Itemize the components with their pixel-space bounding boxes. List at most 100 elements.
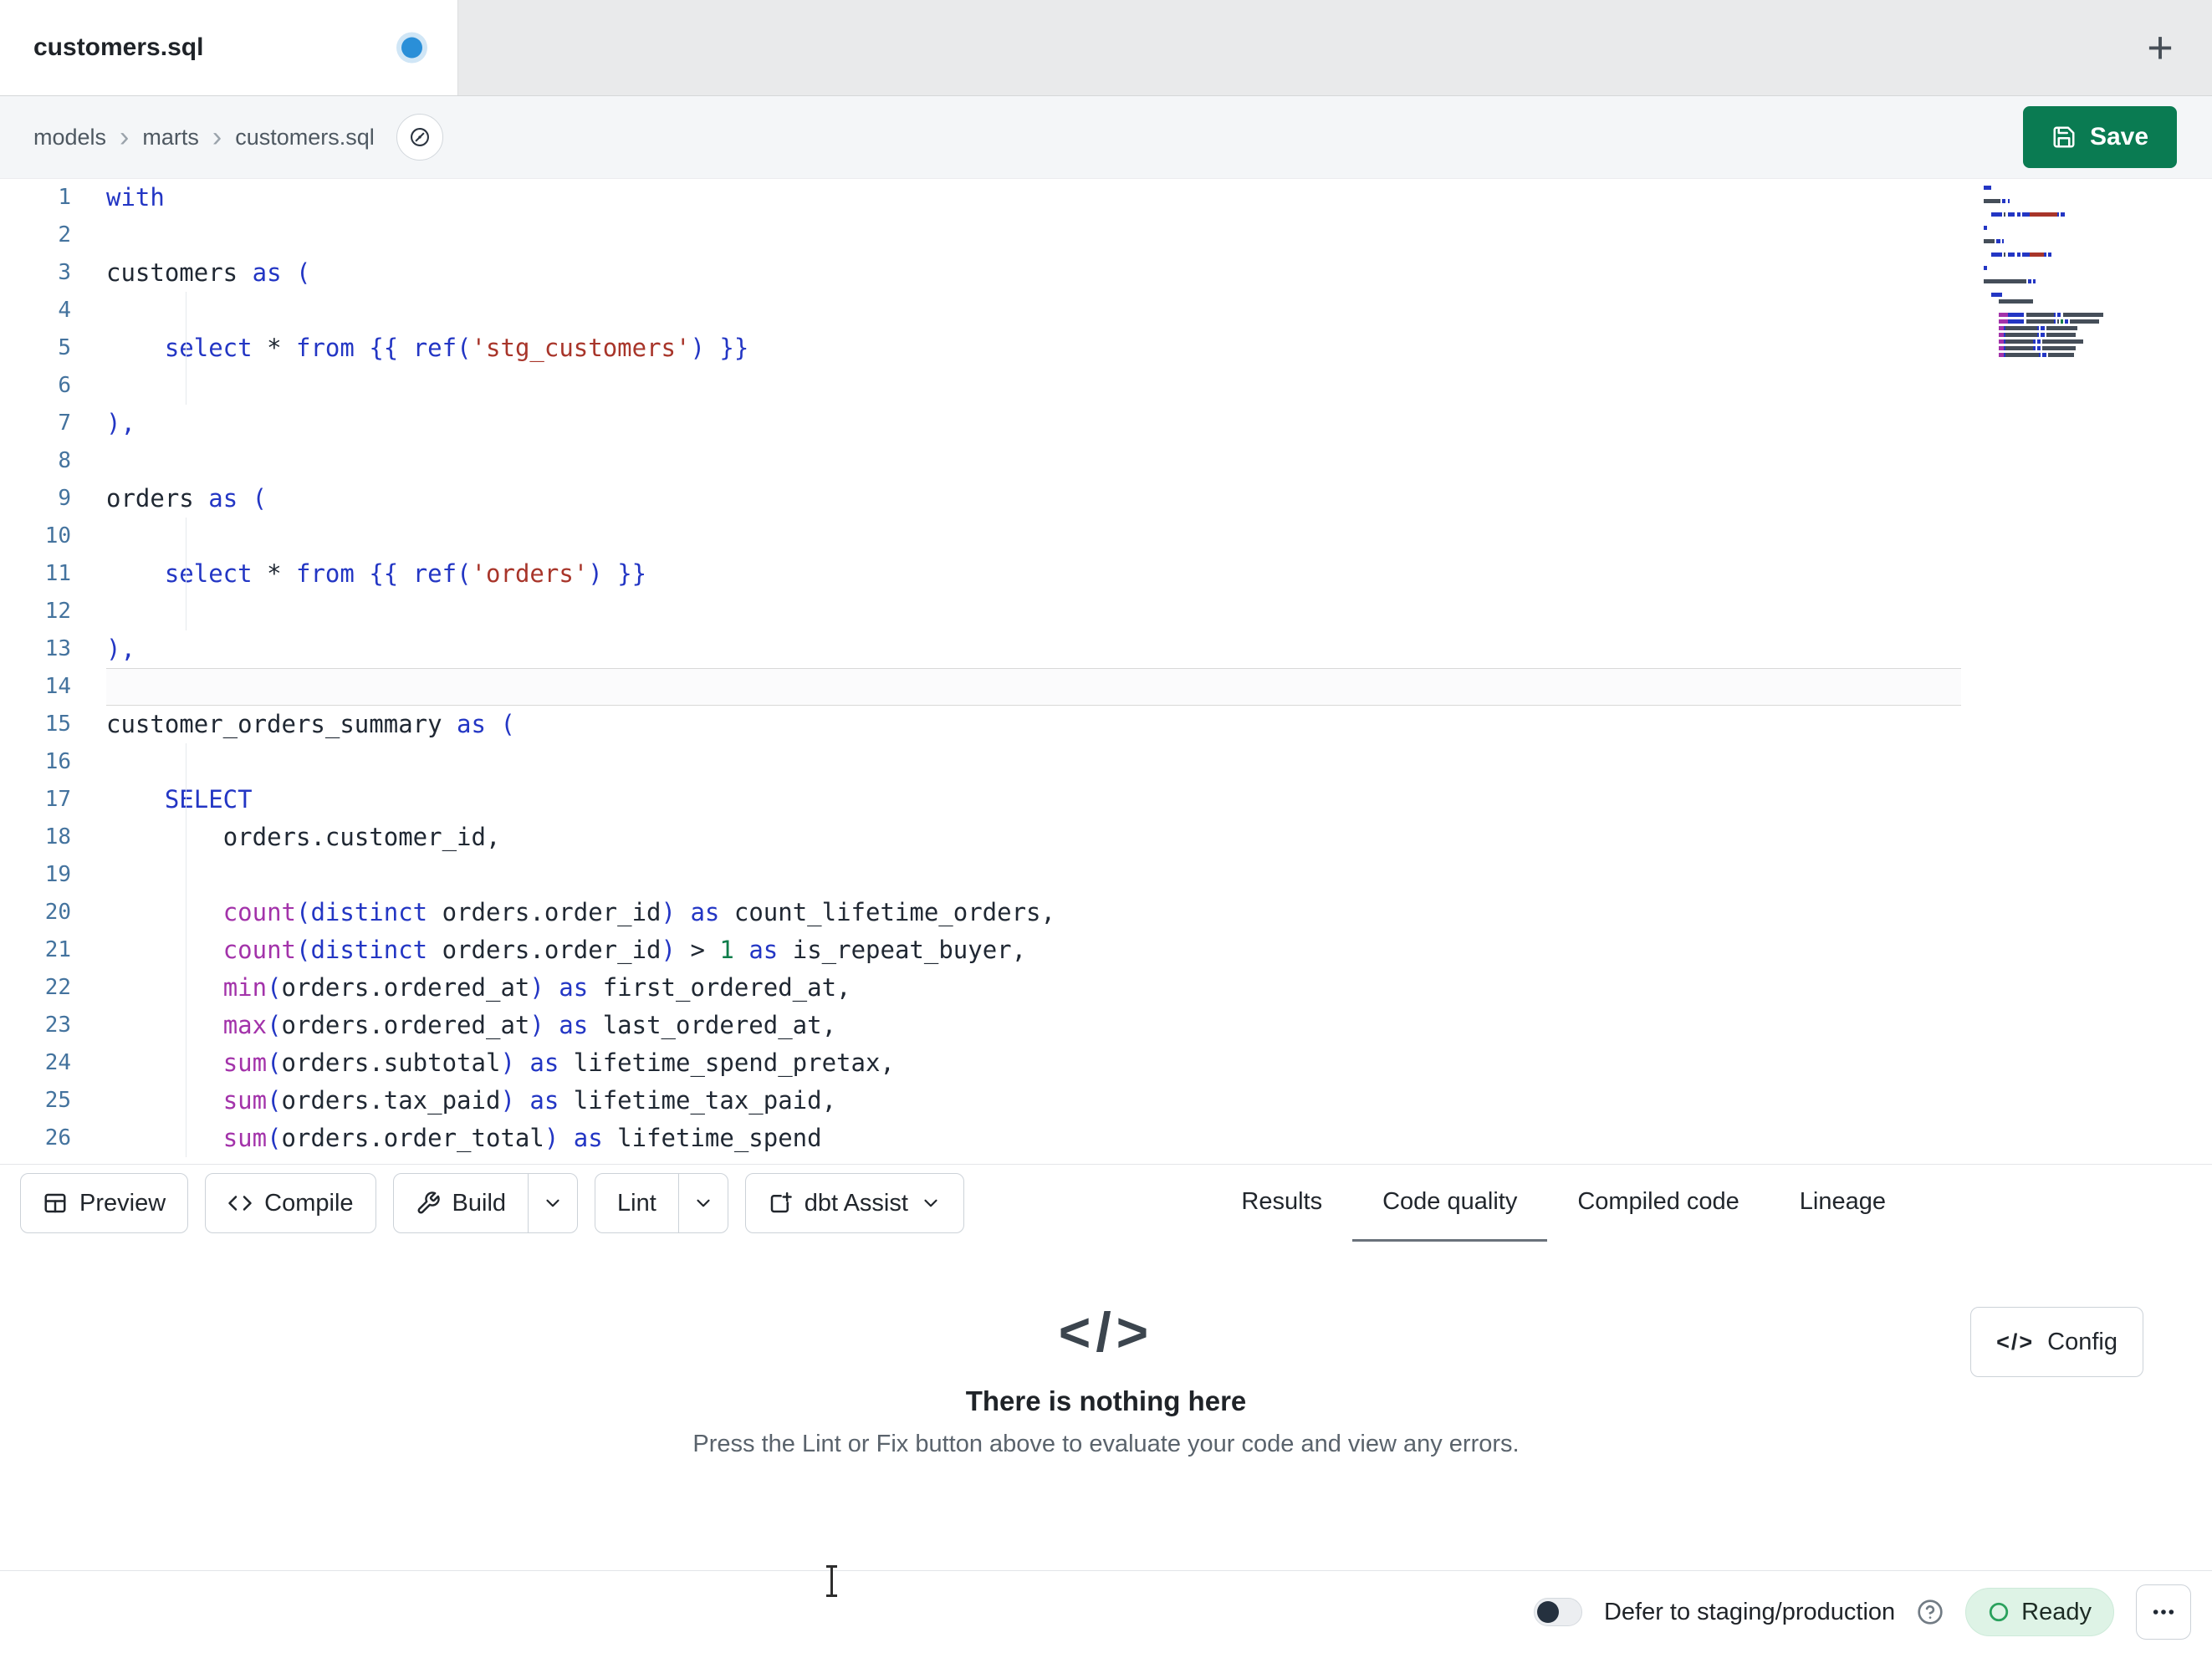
code-line-text: [106, 668, 1961, 706]
tab-lineage[interactable]: Lineage: [1770, 1165, 1916, 1242]
ellipsis-icon: [2150, 1599, 2177, 1625]
breadcrumb-item-models[interactable]: models: [33, 125, 106, 151]
breadcrumb-bar: models › marts › customers.sql Save: [0, 96, 2212, 179]
code-line[interactable]: 26 sum(orders.order_total) as lifetime_s…: [0, 1120, 2212, 1157]
code-line-text: max(orders.ordered_at) as last_ordered_a…: [222, 1011, 837, 1039]
code-line[interactable]: 5 select * from {{ ref('stg_customers') …: [0, 329, 2212, 367]
tab-compiled-code[interactable]: Compiled code: [1547, 1165, 1769, 1242]
preview-button-label: Preview: [79, 1189, 166, 1217]
editor-tab-bar: customers.sql +: [0, 0, 2212, 96]
code-line[interactable]: 8: [0, 442, 2212, 480]
lint-button[interactable]: Lint: [595, 1174, 678, 1232]
code-line[interactable]: 15 customer_orders_summary as (: [0, 706, 2212, 743]
compile-button[interactable]: Compile: [205, 1173, 376, 1233]
plus-icon: +: [2147, 23, 2174, 73]
new-tab-button[interactable]: +: [2135, 23, 2185, 73]
line-number: 5: [58, 335, 71, 360]
code-line[interactable]: 9 orders as (: [0, 480, 2212, 518]
code-line[interactable]: 21 count(distinct orders.order_id) > 1 a…: [0, 931, 2212, 969]
ready-status-icon: [1988, 1601, 2010, 1623]
defer-toggle[interactable]: [1533, 1598, 1582, 1626]
chevron-down-icon: [692, 1192, 714, 1214]
tab-title: customers.sql: [33, 33, 204, 61]
line-number: 24: [44, 1050, 71, 1075]
unsaved-changes-indicator: [401, 37, 422, 59]
code-line-text: sum(orders.subtotal) as lifetime_spend_p…: [222, 1048, 895, 1077]
build-dropdown-toggle[interactable]: [528, 1174, 577, 1232]
line-number: 2: [58, 222, 71, 247]
dbt-assist-button[interactable]: dbt Assist: [744, 1173, 964, 1233]
code-line[interactable]: 7),: [0, 405, 2212, 442]
ready-status-badge[interactable]: Ready: [1965, 1588, 2114, 1636]
code-line[interactable]: 14: [0, 668, 2212, 706]
dbt-assist-button-label: dbt Assist: [804, 1189, 908, 1217]
code-line[interactable]: 22 min(orders.ordered_at) as first_order…: [0, 969, 2212, 1007]
model-info-button[interactable]: [396, 114, 443, 161]
code-line[interactable]: 16: [0, 743, 2212, 781]
line-number: 17: [44, 787, 71, 812]
config-button[interactable]: </> Config: [1970, 1307, 2143, 1377]
code-line[interactable]: 3 customers as (: [0, 254, 2212, 292]
code-line[interactable]: 2: [0, 217, 2212, 254]
breadcrumb-item-file[interactable]: customers.sql: [235, 125, 375, 151]
empty-state-title: There is nothing here: [965, 1385, 1247, 1416]
preview-button[interactable]: Preview: [20, 1173, 189, 1233]
code-editor[interactable]: 1 with 2 3 customers as (4 5 select * from {{…: [0, 179, 2212, 1164]
help-icon[interactable]: [1917, 1599, 1944, 1625]
tab-customers-sql[interactable]: customers.sql: [0, 0, 458, 95]
more-options-button[interactable]: [2136, 1584, 2191, 1640]
line-number: 16: [44, 749, 71, 774]
lint-dropdown-toggle[interactable]: [677, 1174, 728, 1232]
tab-code-quality[interactable]: Code quality: [1352, 1165, 1548, 1242]
code-line[interactable]: 19: [0, 856, 2212, 894]
line-number: 19: [44, 862, 71, 887]
line-number: 23: [44, 1013, 71, 1038]
assist-compose-icon: [768, 1191, 793, 1216]
line-number: 15: [44, 712, 71, 737]
text-cursor-icon: [826, 1565, 837, 1597]
line-number: 6: [58, 373, 71, 398]
build-split-button: Build: [392, 1173, 579, 1233]
breadcrumb-item-marts[interactable]: marts: [142, 125, 199, 151]
code-line[interactable]: 12: [0, 593, 2212, 630]
code-line[interactable]: 1 with: [0, 179, 2212, 217]
line-number: 3: [58, 260, 71, 285]
line-number: 20: [44, 900, 71, 925]
code-line-text: sum(orders.tax_paid) as lifetime_tax_pai…: [222, 1086, 837, 1115]
code-line-text: orders as (: [106, 484, 268, 513]
line-number: 18: [44, 824, 71, 849]
ready-status-label: Ready: [2021, 1598, 2092, 1625]
status-bar: Defer to staging/production Ready: [0, 1570, 2212, 1653]
chevron-right-icon: ›: [212, 120, 222, 153]
minimap[interactable]: [1984, 186, 2109, 360]
code-line[interactable]: 17 SELECT: [0, 781, 2212, 819]
save-button-label: Save: [2089, 123, 2149, 151]
code-line[interactable]: 13),: [0, 630, 2212, 668]
code-line-text: select * from {{ ref('stg_customers') }}: [164, 334, 749, 362]
line-number: 11: [44, 561, 71, 586]
table-icon: [43, 1191, 68, 1216]
code-line[interactable]: 6: [0, 367, 2212, 405]
line-number: 10: [44, 523, 71, 548]
save-button[interactable]: Save: [2023, 106, 2177, 168]
line-number: 12: [44, 599, 71, 624]
code-line[interactable]: 23 max(orders.ordered_at) as last_ordere…: [0, 1007, 2212, 1044]
code-line[interactable]: 4: [0, 292, 2212, 329]
model-icon: [408, 125, 432, 149]
code-line[interactable]: 25 sum(orders.tax_paid) as lifetime_tax_…: [0, 1082, 2212, 1120]
code-line[interactable]: 20 count(distinct orders.order_id) as co…: [0, 894, 2212, 931]
wrench-icon: [416, 1191, 441, 1216]
code-line[interactable]: 10: [0, 518, 2212, 555]
save-icon: [2051, 125, 2077, 150]
code-line-text: count(distinct orders.order_id) > 1 as i…: [222, 936, 1027, 964]
line-number: 26: [44, 1125, 71, 1150]
tab-results[interactable]: Results: [1211, 1165, 1352, 1242]
code-line[interactable]: 24 sum(orders.subtotal) as lifetime_spen…: [0, 1044, 2212, 1082]
code-line[interactable]: 11 select * from {{ ref('orders') }}: [0, 555, 2212, 593]
panel-tabs: Results Code quality Compiled code Lineage: [1211, 1165, 1916, 1242]
build-button[interactable]: Build: [394, 1174, 529, 1232]
code-line[interactable]: 18 orders.customer_id,: [0, 819, 2212, 856]
chevron-down-icon: [920, 1192, 942, 1214]
